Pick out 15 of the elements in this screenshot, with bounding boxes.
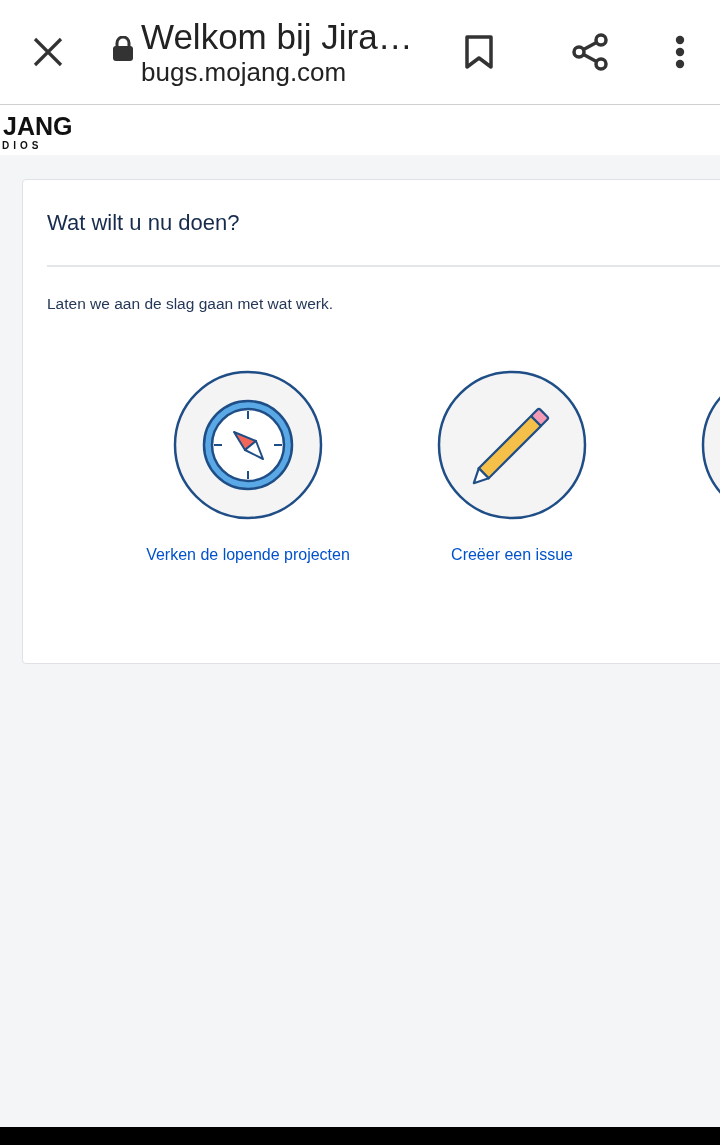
lock-icon (112, 36, 134, 62)
compass-icon[interactable] (173, 370, 323, 520)
page-url: bugs.mojang.com (141, 57, 348, 87)
logo-wordmark: JANG (2, 112, 74, 140)
action-link[interactable]: Verken de lopende projecten (146, 546, 350, 564)
logo-subtitle: DIOS (1, 140, 44, 152)
share-icon[interactable] (570, 32, 610, 72)
action-link[interactable]: Creëer een issue (451, 546, 573, 564)
close-icon[interactable] (33, 37, 63, 67)
menu-icon[interactable] (675, 35, 685, 69)
pencil-icon[interactable] (437, 370, 587, 520)
intro-text: Laten we aan de slag gaan met wat werk. (47, 294, 335, 314)
bookmark-icon[interactable] (464, 34, 494, 70)
page-title: Welkom bij Jira… (141, 17, 414, 57)
card-title: Wat wilt u nu doen? (47, 209, 241, 236)
